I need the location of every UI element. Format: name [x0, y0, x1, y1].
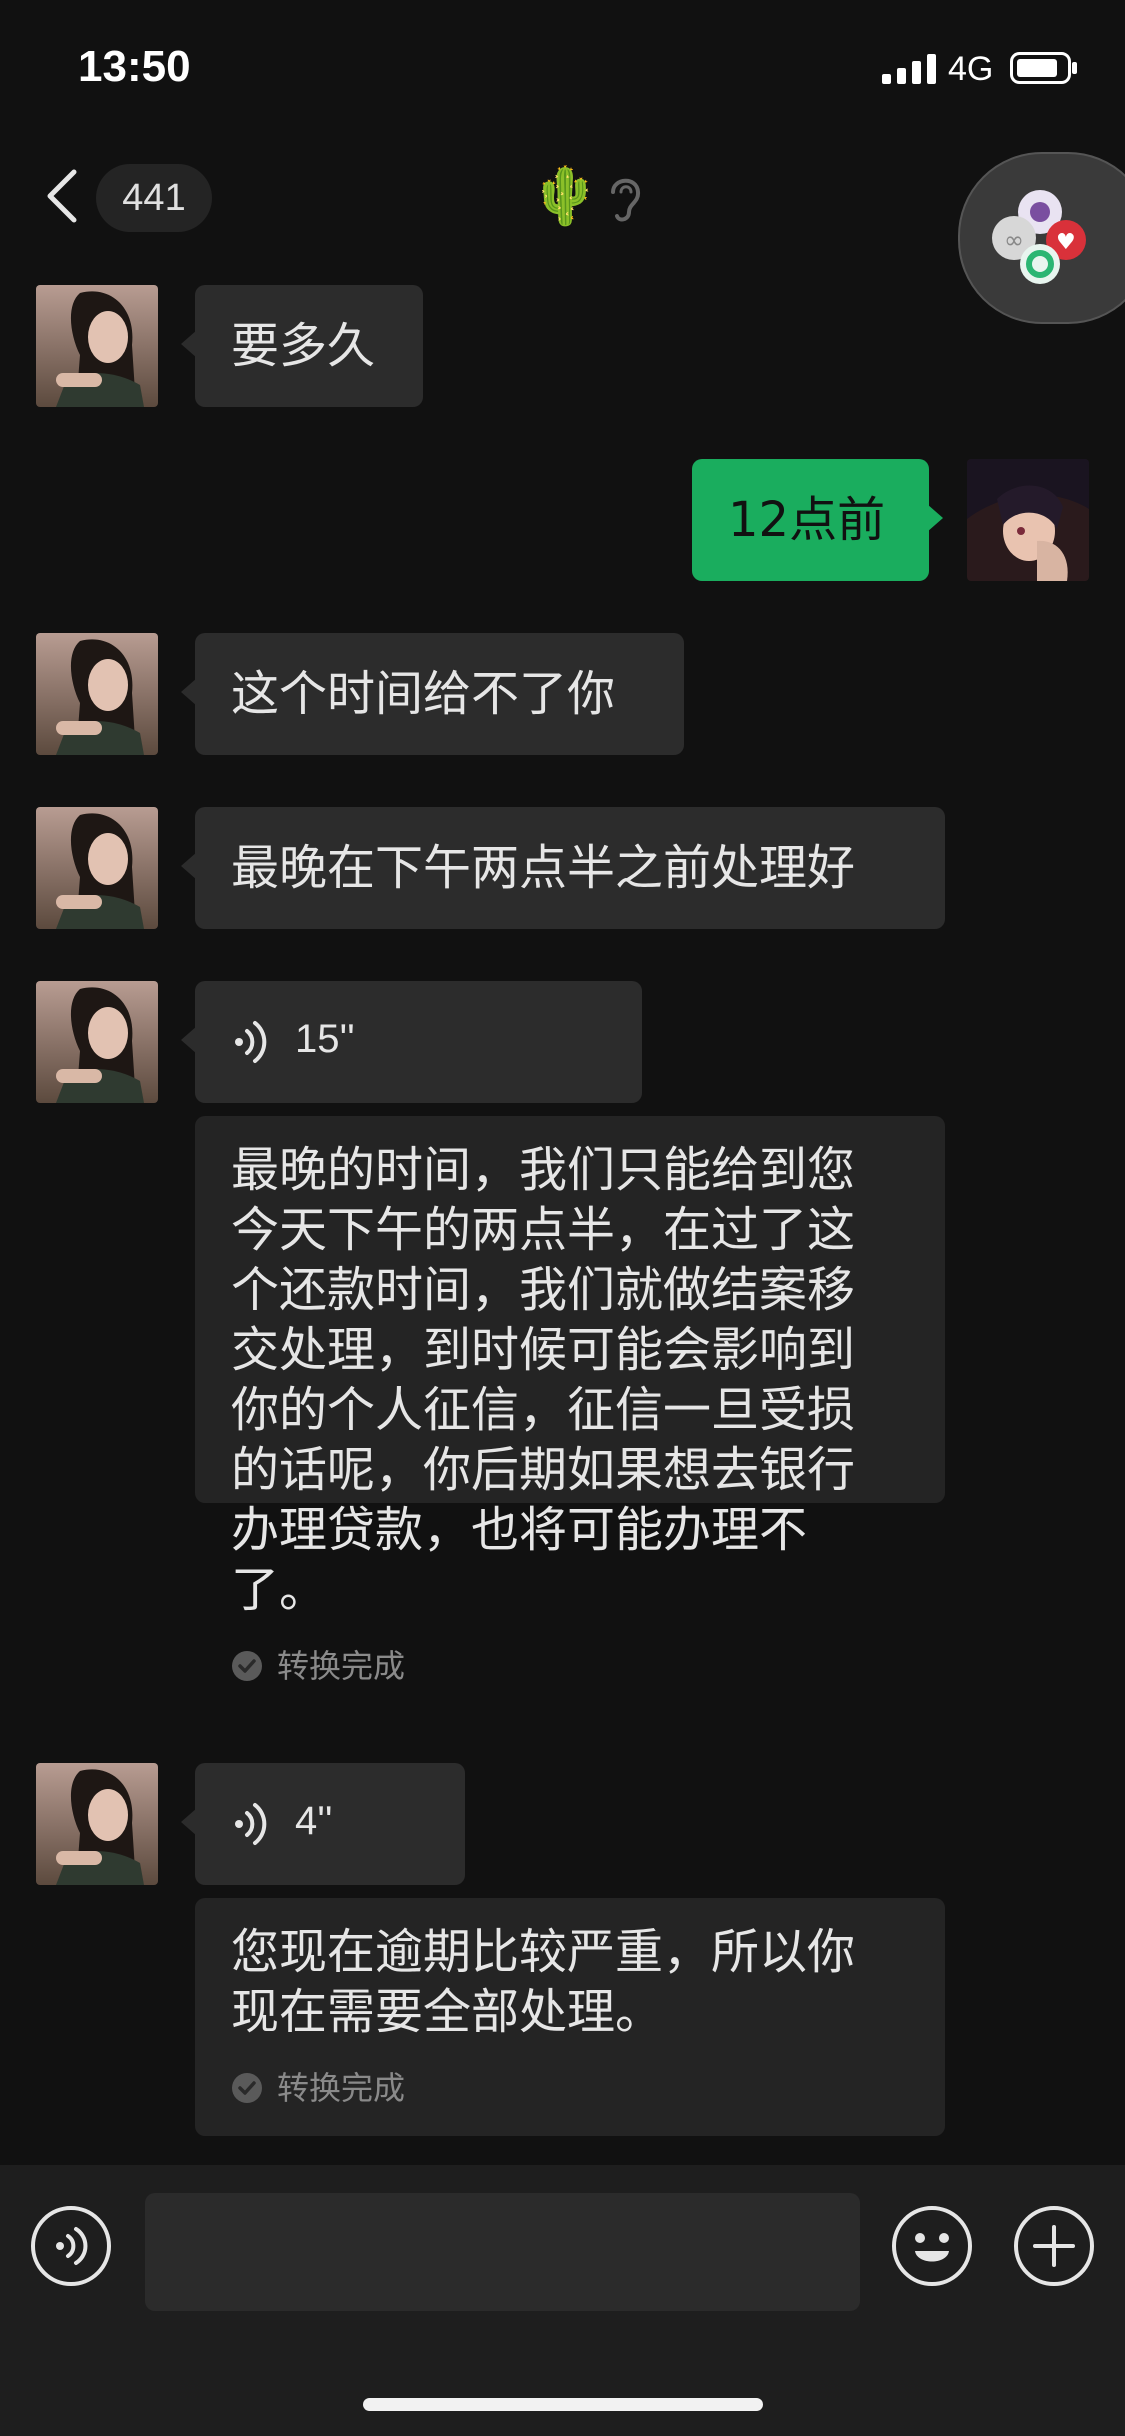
voice-transcript[interactable]: 您现在逾期比较严重，所以你 现在需要全部处理。 转换完成 [195, 1898, 945, 2136]
voice-message[interactable]: 15'' [181, 981, 642, 1103]
chat-title-emoji: 🌵 [530, 164, 600, 229]
transcript-status: 转换完成 [231, 2058, 909, 2118]
avatar-photo [36, 807, 158, 929]
avatar-photo [36, 981, 158, 1103]
avatar-photo [36, 1763, 158, 1885]
voice-duration: 15'' [295, 1017, 355, 1061]
my-avatar[interactable] [967, 459, 1089, 581]
message-bubble[interactable]: 这个时间给不了你 [181, 633, 684, 755]
svg-text:♥: ♥ [1056, 230, 1076, 255]
contact-avatar[interactable] [36, 633, 158, 755]
network-type: 4G [948, 50, 994, 88]
contact-avatar[interactable] [36, 807, 158, 929]
my-avatar-image [967, 459, 1089, 581]
contact-avatar[interactable] [36, 285, 158, 407]
transcript-line: 你的个人征信，征信一旦受损 [231, 1382, 856, 1438]
message-bubble[interactable]: 最晚在下午两点半之前处理好 [181, 807, 945, 929]
contact-avatar[interactable] [36, 981, 158, 1103]
unread-count-badge[interactable]: 441 [96, 164, 212, 232]
cellular-signal-icon [882, 54, 936, 84]
transcript-line: 您现在逾期比较严重，所以你 [231, 1924, 856, 1980]
transcript-line: 今天下午的两点半，在过了这 [231, 1202, 856, 1258]
voice-transcript[interactable]: 最晚的时间，我们只能给到您 今天下午的两点半，在过了这 个还款时间，我们就做结案… [195, 1116, 945, 1685]
message-input[interactable] [145, 2193, 860, 2311]
voice-wave-icon [235, 1021, 267, 1063]
emoji-icon[interactable] [891, 2205, 973, 2287]
floating-apps-icon: ∞ ♥ [992, 190, 1086, 284]
svg-text:∞: ∞ [1004, 226, 1024, 254]
avatar-photo [36, 285, 158, 407]
transcript-line: 现在需要全部处理。 [231, 1984, 664, 2040]
transcript-status-text: 转换完成 [277, 1647, 406, 1685]
message-bubble[interactable]: 要多久 [181, 285, 423, 407]
transcript-line: 办理贷款，也将可能办理不 [231, 1502, 808, 1558]
contact-avatar[interactable] [36, 1763, 158, 1885]
avatar-photo [36, 633, 158, 755]
back-arrow-icon[interactable] [44, 168, 80, 224]
home-indicator[interactable] [363, 2398, 763, 2411]
transcript-status: 转换完成 [231, 1636, 909, 1696]
voice-message[interactable]: 4'' [181, 1763, 465, 1885]
ear-icon [611, 178, 641, 222]
voice-wave-icon [235, 1803, 267, 1845]
check-circle-icon [232, 2073, 262, 2103]
sent-message-bubble[interactable]: 12点前 [692, 459, 943, 581]
transcript-status-text: 转换完成 [277, 2069, 406, 2107]
transcript-line: 个还款时间，我们就做结案移 [231, 1262, 856, 1318]
status-bar: 13:50 4G [0, 0, 1125, 135]
voice-duration: 4'' [295, 1799, 333, 1843]
transcript-line: 最晚的时间，我们只能给到您 [231, 1142, 856, 1198]
floating-window-button[interactable]: ∞ ♥ [958, 152, 1125, 324]
status-time: 13:50 [78, 42, 191, 91]
input-bar [0, 2165, 1125, 2436]
more-plus-icon[interactable] [1013, 2205, 1095, 2287]
voice-input-icon[interactable] [30, 2205, 112, 2287]
check-circle-icon [232, 1651, 262, 1681]
transcript-line: 了。 [231, 1562, 328, 1618]
transcript-line: 交处理，到时候可能会影响到 [231, 1322, 856, 1378]
transcript-line: 的话呢，你后期如果想去银行 [231, 1442, 856, 1498]
battery-icon [1010, 52, 1077, 84]
